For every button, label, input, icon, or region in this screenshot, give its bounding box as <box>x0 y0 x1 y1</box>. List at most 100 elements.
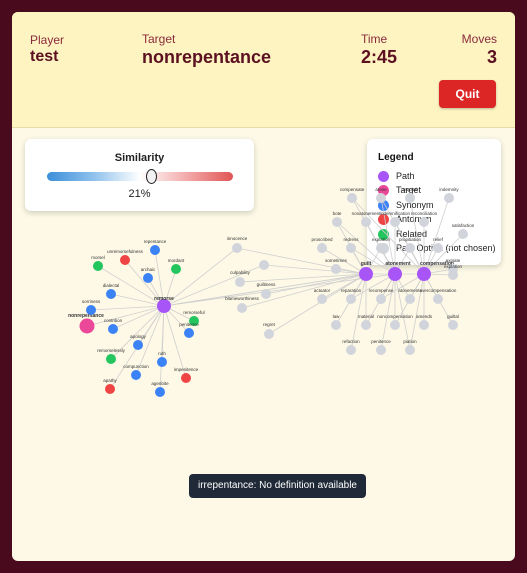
graph-node-remorselessly[interactable] <box>106 354 116 364</box>
graph-edge <box>423 273 454 276</box>
graph-node-label: nonrepentance <box>68 313 104 319</box>
graph-node-regret[interactable] <box>264 329 274 339</box>
graph-edge <box>336 221 367 275</box>
graph-edge <box>350 247 367 275</box>
graph-node-unremorsefulness[interactable] <box>120 255 130 265</box>
graph-edge <box>137 305 165 346</box>
graph-node-atonements[interactable] <box>405 294 415 304</box>
graph-node-recompense[interactable] <box>376 294 386 304</box>
graph-edge <box>265 273 367 295</box>
graph-node-proscribed[interactable] <box>317 243 327 253</box>
graph-node-penitence2[interactable] <box>376 345 386 355</box>
graph-node-label: sorriness <box>82 299 101 304</box>
graph-edge <box>423 273 454 326</box>
graph-node-actuator[interactable] <box>317 294 327 304</box>
moves-value: 3 <box>486 47 497 67</box>
graph-node-sorriness[interactable] <box>86 305 96 315</box>
graph-node-compensation[interactable] <box>417 267 431 281</box>
graph-node-amends[interactable] <box>419 320 429 330</box>
graph-node-sometimes[interactable] <box>331 264 341 274</box>
graph-node-blameworthiness[interactable] <box>237 303 247 313</box>
graph-edge <box>365 273 396 326</box>
target-label: Target <box>142 32 176 46</box>
legend-panel: Legend Path Target Synonym Antonym Relat… <box>367 139 501 265</box>
graph-edge <box>163 305 190 334</box>
graph-node-bote[interactable] <box>332 217 342 227</box>
graph-node-impenitence[interactable] <box>181 373 191 383</box>
graph-node-remorse[interactable] <box>157 299 171 313</box>
graph-edge <box>263 264 367 275</box>
graph-edge <box>335 273 367 326</box>
graph-node-label: ruth <box>158 351 166 356</box>
graph-node-label: sometimes <box>325 258 348 263</box>
graph-node-explation[interactable] <box>448 270 458 280</box>
graph-edge <box>423 268 454 275</box>
graph-node-label: unremorsefulness <box>107 249 144 254</box>
graph-node-label: archaic <box>141 267 156 272</box>
graph-edge <box>423 273 439 300</box>
graph-node-guiltiness[interactable] <box>261 289 271 299</box>
graph-edge <box>380 273 396 300</box>
graph-node-repentance[interactable] <box>150 245 160 255</box>
graph-node-compensate[interactable] <box>347 193 357 203</box>
graph-node-label: bote <box>333 211 342 216</box>
graph-node-archaic[interactable] <box>143 273 153 283</box>
legend-label: Related <box>396 229 428 239</box>
graph-node-compunction[interactable] <box>131 370 141 380</box>
graph-node-apathy[interactable] <box>105 384 115 394</box>
graph-node-redress[interactable] <box>346 243 356 253</box>
graph-node-label: penitence <box>179 322 199 327</box>
legend-label: Target <box>396 185 422 195</box>
definition-tooltip: irrepentance: No definition available <box>189 474 366 498</box>
graph-node-innocence[interactable] <box>232 243 242 253</box>
graph-node-atonement[interactable] <box>388 267 402 281</box>
graph-node-unincence-placeholder[interactable] <box>259 260 269 270</box>
time-label: Time <box>361 32 388 46</box>
graph-node-label: apathy <box>103 378 117 383</box>
graph-node-label: compensate <box>340 187 365 192</box>
graph-node-law[interactable] <box>331 320 341 330</box>
legend-label: Path <box>396 171 415 181</box>
graph-node-label: apology <box>130 334 147 339</box>
graph-node-guiltal[interactable] <box>448 320 458 330</box>
graph-node-remorseful[interactable] <box>189 316 199 326</box>
graph-node-piation[interactable] <box>405 345 415 355</box>
graph-edge <box>147 277 165 307</box>
similarity-marker <box>146 169 158 184</box>
graph-node-overcompensation[interactable] <box>433 294 443 304</box>
graph-node-mordant[interactable] <box>171 264 181 274</box>
graph-node-material[interactable] <box>361 320 371 330</box>
graph-node-agenbite[interactable] <box>155 387 165 397</box>
graph-node-penitence[interactable] <box>184 328 194 338</box>
path-swatch <box>378 171 389 182</box>
graph-node-morsel[interactable] <box>93 261 103 271</box>
graph-node-label: proscribed <box>311 237 333 242</box>
graph-edge <box>163 247 238 307</box>
graph-node-expiate[interactable] <box>448 264 458 274</box>
graph-edge <box>268 273 367 335</box>
graph-node-dialectal[interactable] <box>106 289 116 299</box>
game-panel: Player test Target nonrepentance Time 2:… <box>12 12 515 561</box>
graph-node-guilt[interactable] <box>359 267 373 281</box>
graph-edge <box>163 268 177 307</box>
graph-node-apology[interactable] <box>133 340 143 350</box>
quit-button[interactable]: Quit <box>439 80 496 108</box>
graph-node-noncompensation[interactable] <box>390 320 400 330</box>
legend-title: Legend <box>378 152 414 163</box>
graph-edge <box>409 273 425 351</box>
graph-node-label: law <box>333 314 341 319</box>
graph-node-label: blameworthiness <box>225 296 260 301</box>
graph-node-nonrepentance[interactable] <box>79 318 95 334</box>
graph-node-culpability[interactable] <box>235 277 245 287</box>
graph-node-reparation[interactable] <box>346 294 356 304</box>
graph-node-refaction[interactable] <box>346 345 356 355</box>
graph-edge <box>97 265 165 307</box>
graph-edge <box>241 273 367 309</box>
graph-edge <box>380 273 396 351</box>
graph-edge <box>239 273 367 283</box>
graph-node-label: repentance <box>144 239 167 244</box>
graph-node-ruth[interactable] <box>157 357 167 367</box>
graph-edge <box>159 305 165 393</box>
graph-node-contrition[interactable] <box>108 324 118 334</box>
graph-edge <box>163 273 396 307</box>
